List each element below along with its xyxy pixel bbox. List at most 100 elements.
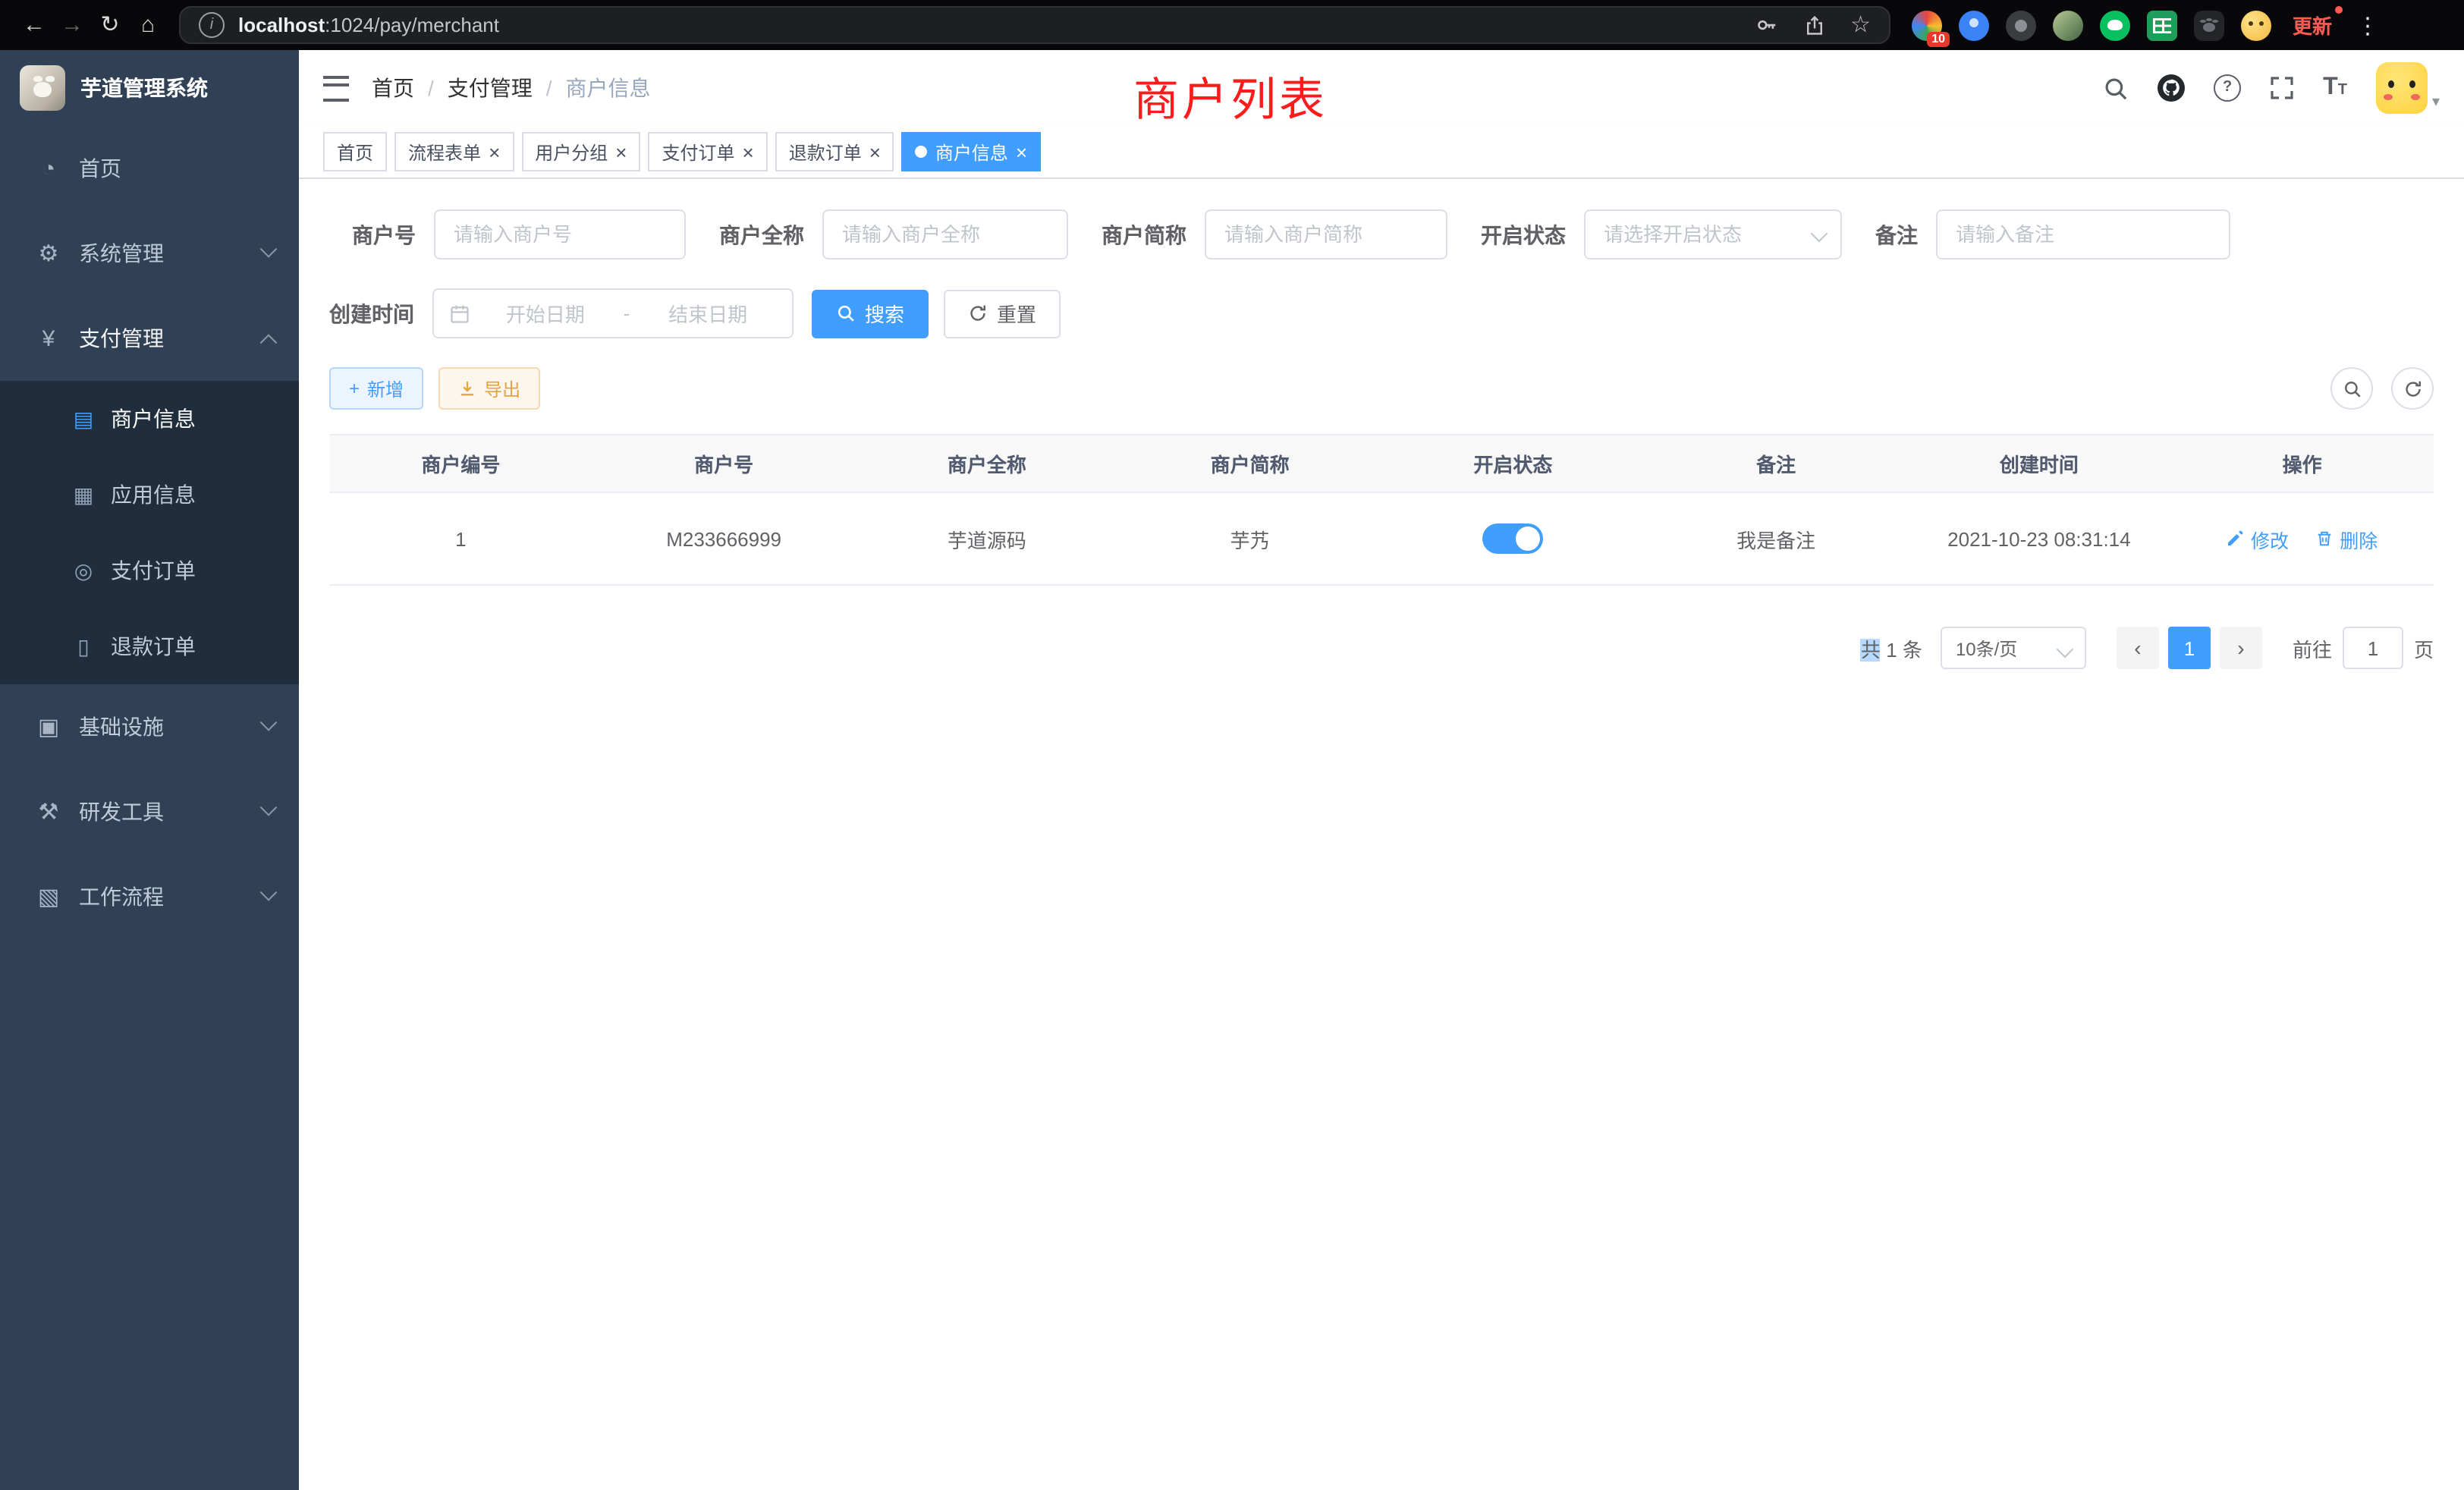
github-icon[interactable] <box>2158 74 2185 102</box>
payment-submenu: ▤ 商户信息 ▦ 应用信息 ◎ 支付订单 ▯ 退款订单 <box>0 381 299 684</box>
bookmark-star-icon[interactable]: ☆ <box>1850 14 1871 36</box>
reset-button[interactable]: 重置 <box>944 289 1061 338</box>
prev-page-button[interactable]: ‹ <box>2117 627 2159 669</box>
extension-dark-icon[interactable] <box>2006 10 2036 40</box>
sidebar-item-payment[interactable]: ¥ 支付管理 <box>0 296 299 381</box>
page-1-button[interactable]: 1 <box>2168 627 2211 669</box>
page-info-icon[interactable]: i <box>199 12 225 38</box>
close-icon[interactable]: × <box>615 142 627 162</box>
caret-down-icon: ▾ <box>2432 94 2440 114</box>
status-switch[interactable] <box>1482 523 1543 554</box>
browser-update-button[interactable]: 更新 <box>2293 11 2343 39</box>
sidebar-item-infrastructure[interactable]: ▣ 基础设施 <box>0 684 299 769</box>
app-logo[interactable]: 芋道管理系统 <box>0 50 299 126</box>
breadcrumb-payment[interactable]: 支付管理 <box>448 73 533 103</box>
merchant-short-name-input[interactable] <box>1205 209 1447 259</box>
cell-merchant-no: M233666999 <box>592 492 856 585</box>
extension-avatar-icon[interactable] <box>2053 10 2083 40</box>
close-icon[interactable]: × <box>489 142 500 162</box>
extension-paw-icon[interactable] <box>2194 10 2224 40</box>
close-icon[interactable]: × <box>743 142 754 162</box>
merchant-full-name-input[interactable] <box>822 209 1068 259</box>
next-page-button[interactable]: › <box>2220 627 2262 669</box>
cell-merchant-id: 1 <box>329 492 592 585</box>
cell-short-name: 芋艿 <box>1118 492 1381 585</box>
add-button[interactable]: + 新增 <box>329 367 423 410</box>
plus-icon: + <box>349 378 360 399</box>
browser-reload-icon[interactable]: ↻ <box>91 0 129 50</box>
col-create-time: 创建时间 <box>1908 435 2171 492</box>
sidebar-item-dev-tools[interactable]: ⚒ 研发工具 <box>0 769 299 854</box>
search-icon[interactable] <box>2103 75 2129 101</box>
search-button[interactable]: 搜索 <box>812 289 929 338</box>
status-select[interactable] <box>1584 209 1842 259</box>
fullscreen-icon[interactable] <box>2270 76 2294 100</box>
target-icon: ◎ <box>67 558 100 583</box>
active-dot <box>916 146 928 158</box>
col-merchant-id: 商户编号 <box>329 435 592 492</box>
share-icon[interactable] <box>1803 14 1824 36</box>
remark-input[interactable] <box>1936 209 2230 259</box>
extension-green-chat-icon[interactable] <box>2100 10 2130 40</box>
sidebar-item-pay-orders[interactable]: ◎ 支付订单 <box>0 533 299 608</box>
table-header-row: 商户编号 商户号 商户全称 商户简称 开启状态 备注 创建时间 操作 <box>329 435 2434 492</box>
date-range-picker[interactable]: 开始日期 - 结束日期 <box>432 288 794 338</box>
sidebar-item-workflow[interactable]: ▧ 工作流程 <box>0 854 299 939</box>
filter-merchant-full-name: 商户全称 <box>719 209 1068 259</box>
url-host: localhost <box>238 14 325 36</box>
sidebar-item-label: 退款订单 <box>111 631 196 662</box>
sidebar-item-home[interactable]: ◔ 首页 <box>0 126 299 211</box>
sidebar-item-label: 工作流程 <box>79 882 164 912</box>
delete-button[interactable]: 删除 <box>2315 524 2378 553</box>
browser-back-icon[interactable]: ← <box>15 0 53 50</box>
grid-icon: ▦ <box>67 482 100 508</box>
screen: ← → ↻ ⌂ i localhost:1024/pay/merchant ☆ … <box>0 0 2464 1490</box>
export-button[interactable]: 导出 <box>438 367 540 410</box>
sidebar-item-label: 研发工具 <box>79 797 164 827</box>
sidebar-item-system[interactable]: ⚙ 系统管理 <box>0 211 299 296</box>
user-menu[interactable]: ▾ <box>2376 62 2440 114</box>
toggle-search-button[interactable] <box>2330 367 2373 410</box>
help-icon[interactable]: ? <box>2214 74 2241 102</box>
tab-pay-orders[interactable]: 支付订单× <box>648 132 767 171</box>
sidebar-item-label: 基础设施 <box>79 712 164 742</box>
tab-process-form[interactable]: 流程表单× <box>394 132 514 171</box>
password-key-icon[interactable] <box>1755 14 1777 36</box>
tab-user-group[interactable]: 用户分组× <box>521 132 640 171</box>
refresh-icon <box>2403 379 2422 398</box>
browser-forward-icon[interactable]: → <box>53 0 91 50</box>
browser-profile-avatar[interactable] <box>2241 10 2271 40</box>
sidebar-item-app-info[interactable]: ▦ 应用信息 <box>0 457 299 533</box>
goto-page-input[interactable] <box>2343 627 2403 669</box>
browser-home-icon[interactable]: ⌂ <box>129 0 167 50</box>
page-size-select[interactable]: 10条/页 <box>1941 627 2086 669</box>
edit-button[interactable]: 修改 <box>2227 524 2289 553</box>
close-icon[interactable]: × <box>869 142 881 162</box>
sidebar-item-merchant-info[interactable]: ▤ 商户信息 <box>0 381 299 457</box>
tab-refund-orders[interactable]: 退款订单× <box>775 132 894 171</box>
refresh-table-button[interactable] <box>2391 367 2434 410</box>
extension-sheets-icon[interactable] <box>2147 10 2177 40</box>
tab-home[interactable]: 首页× <box>323 132 387 171</box>
pencil-icon <box>2227 530 2245 548</box>
tab-merchant-info[interactable]: 商户信息× <box>902 132 1041 171</box>
url-text[interactable]: localhost:1024/pay/merchant <box>238 14 499 36</box>
url-bar[interactable]: i localhost:1024/pay/merchant ☆ <box>179 6 1890 44</box>
sidebar-item-refund-orders[interactable]: ▯ 退款订单 <box>0 608 299 684</box>
sidebar-item-label: 系统管理 <box>79 238 164 269</box>
close-icon[interactable]: × <box>1016 142 1027 162</box>
col-short-name: 商户简称 <box>1118 435 1381 492</box>
browser-menu-icon[interactable]: ⋮ <box>2356 11 2379 39</box>
hamburger-icon[interactable] <box>323 75 349 101</box>
breadcrumb-home[interactable]: 首页 <box>372 73 414 103</box>
col-remark: 备注 <box>1645 435 1908 492</box>
font-size-icon[interactable]: TT <box>2323 74 2347 102</box>
pagination-total: 共 1 条 <box>1861 633 1922 662</box>
extension-colorwheel-icon[interactable]: 10 <box>1912 10 1942 40</box>
extension-blue-drop-icon[interactable] <box>1959 10 1989 40</box>
chevron-down-icon <box>260 240 278 258</box>
goto-suffix: 页 <box>2414 633 2434 662</box>
merchant-no-input[interactable] <box>434 209 686 259</box>
monitor-icon: ▣ <box>30 713 67 740</box>
filter-label: 商户简称 <box>1102 219 1205 250</box>
